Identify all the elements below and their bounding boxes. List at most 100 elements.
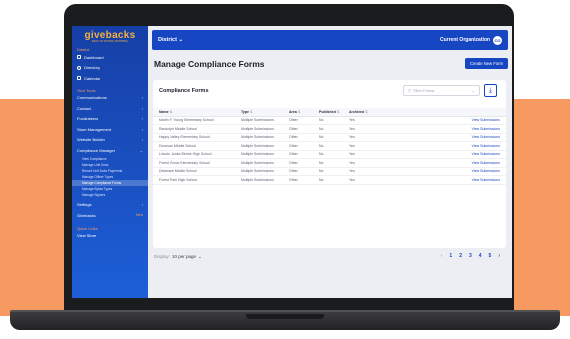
sidebar-item-settings[interactable]: Settings › xyxy=(72,200,148,211)
sidebar-item-contact[interactable]: Contact › xyxy=(72,103,148,114)
sidebar-item-dashboard[interactable]: Dashboard xyxy=(72,52,148,63)
cell-archived: Yes xyxy=(349,141,379,151)
column-header-archived[interactable]: Archived ⇅ xyxy=(349,108,379,117)
page-2-button[interactable]: 2 xyxy=(459,253,462,259)
sidebar-item-label: View Store xyxy=(77,233,97,239)
view-submissions-link[interactable]: View Submissions xyxy=(379,175,506,185)
cell-archived: Yes xyxy=(349,167,379,176)
cell-published: No xyxy=(319,133,349,142)
cell-type: Multiple Submissions xyxy=(241,167,289,176)
column-header-name[interactable]: Name ⇅ xyxy=(153,108,241,117)
sidebar-item-label: Contact xyxy=(77,105,91,111)
column-header-published[interactable]: Published ⇅ xyxy=(319,108,349,117)
view-submissions-link[interactable]: View Submissions xyxy=(379,133,506,142)
sidebar-item-label: Calendar xyxy=(84,75,101,81)
column-header-area[interactable]: Area ⇅ xyxy=(289,108,319,117)
column-header-actions xyxy=(379,108,506,117)
sort-icon: ⇅ xyxy=(336,109,340,114)
sidebar-subitem-manage-signers[interactable]: Manage Signers xyxy=(72,192,148,198)
per-page-value: 10 per page xyxy=(172,254,197,259)
cell-area: Other xyxy=(289,158,319,168)
sidebar-item-givebacks[interactable]: Givebacks New xyxy=(72,210,148,221)
chevron-down-icon: ⌄ xyxy=(198,254,202,259)
organization-switcher[interactable]: Current Organization CO xyxy=(440,35,502,45)
cell-published: No xyxy=(319,141,349,151)
sidebar-item-label: Settings xyxy=(77,202,92,208)
page-5-button[interactable]: 5 xyxy=(489,253,492,259)
view-submissions-link[interactable]: View Submissions xyxy=(379,150,506,159)
next-page-button[interactable]: › xyxy=(498,253,500,259)
sidebar-item-directory[interactable]: Directory xyxy=(72,63,148,74)
chevron-down-icon: ⌄ xyxy=(139,147,143,153)
view-submissions-link[interactable]: View Submissions xyxy=(379,124,506,134)
cell-area: Other xyxy=(289,167,319,176)
display-label: Display: xyxy=(154,254,171,259)
cell-name: Lincoln Junior/Senior High School xyxy=(153,150,241,159)
per-page-selector[interactable]: Display: 10 per page ⌄ xyxy=(154,254,202,260)
chevron-right-icon: › xyxy=(141,95,143,101)
create-new-form-button[interactable]: Create New Form xyxy=(464,58,508,69)
cell-published: No xyxy=(319,167,349,176)
cell-archived: Yes xyxy=(349,175,379,185)
cell-archived: Yes xyxy=(349,133,379,142)
cell-published: No xyxy=(319,116,349,125)
cell-area: Other xyxy=(289,124,319,134)
download-icon: ⤓ xyxy=(488,86,493,94)
cell-type: Multiple Submissions xyxy=(241,124,289,134)
sidebar-item-fundraisers[interactable]: Fundraisers › xyxy=(72,114,148,125)
cell-published: No xyxy=(319,124,349,134)
app-screen: givebacks BACK TO SCHOOL SHOPPING Distri… xyxy=(72,26,512,298)
table-row: Happy Valley Elementary School Multiple … xyxy=(153,133,506,142)
sidebar-item-calendar[interactable]: Calendar xyxy=(72,73,148,84)
filter-forms-input[interactable]: ▽ Filter Forms ⌄ xyxy=(403,85,480,96)
top-bar: District ⌄ Current Organization CO xyxy=(152,30,508,50)
view-submissions-link[interactable]: View Submissions xyxy=(379,116,506,125)
sidebar-item-compliance-manager[interactable]: Compliance Manager ⌄ xyxy=(72,145,148,156)
table-row: Delaware Middle School Multiple Submissi… xyxy=(153,167,506,176)
table-row: Forest Grove Elementary School Multiple … xyxy=(153,158,506,168)
page-4-button[interactable]: 4 xyxy=(479,253,482,259)
cell-name: Martin F. Young Elementary School xyxy=(153,116,241,125)
cell-type: Multiple Submissions xyxy=(241,150,289,159)
sidebar-item-store-management[interactable]: Store Management › xyxy=(72,124,148,135)
chevron-right-icon: › xyxy=(141,105,143,111)
sidebar-item-communications[interactable]: Communications › xyxy=(72,93,148,104)
cell-area: Other xyxy=(289,116,319,125)
cell-name: Happy Valley Elementary School xyxy=(153,133,241,142)
logo-tagline: BACK TO SCHOOL SHOPPING xyxy=(92,40,128,43)
column-header-type[interactable]: Type ⇅ xyxy=(241,108,289,117)
cell-area: Other xyxy=(289,141,319,151)
sort-icon: ⇅ xyxy=(169,109,173,114)
main-content: District ⌄ Current Organization CO Manage… xyxy=(148,26,512,298)
pagination: ‹ 1 2 3 4 5 › xyxy=(441,253,500,259)
table-row: Randolph Middle School Multiple Submissi… xyxy=(153,124,506,134)
cell-archived: Yes xyxy=(349,124,379,134)
table-row: Lincoln Junior/Senior High School Multip… xyxy=(153,150,506,159)
view-submissions-link[interactable]: View Submissions xyxy=(379,158,506,168)
people-icon xyxy=(77,65,81,70)
table-body: Martin F. Young Elementary School Multip… xyxy=(153,116,506,185)
sidebar-item-website-builder[interactable]: Website Builder › xyxy=(72,135,148,146)
compliance-forms-card: Compliance Forms ▽ Filter Forms ⌄ ⤓ Name … xyxy=(153,80,506,248)
cell-area: Other xyxy=(289,175,319,185)
cell-area: Other xyxy=(289,150,319,159)
prev-page-button[interactable]: ‹ xyxy=(441,253,443,259)
view-submissions-link[interactable]: View Submissions xyxy=(379,141,506,151)
view-submissions-link[interactable]: View Submissions xyxy=(379,167,506,176)
chevron-right-icon: › xyxy=(141,137,143,143)
sort-icon: ⇅ xyxy=(297,109,301,114)
cell-area: Other xyxy=(289,133,319,142)
page-1-button[interactable]: 1 xyxy=(449,253,452,259)
sort-icon: ⇅ xyxy=(364,109,368,114)
cell-published: No xyxy=(319,150,349,159)
cell-archived: Yes xyxy=(349,150,379,159)
cell-name: Delaware Middle School xyxy=(153,167,241,176)
compliance-forms-table: Name ⇅ Type ⇅ Area ⇅ Published ⇅ Archive… xyxy=(153,108,506,185)
sidebar-item-label: Fundraisers xyxy=(77,116,99,122)
sidebar-item-view-store[interactable]: View Store xyxy=(72,231,148,242)
cell-published: No xyxy=(319,158,349,168)
sort-icon: ⇅ xyxy=(249,109,253,114)
district-selector[interactable]: District ⌄ xyxy=(158,37,183,43)
download-button[interactable]: ⤓ xyxy=(484,84,497,97)
page-3-button[interactable]: 3 xyxy=(469,253,472,259)
